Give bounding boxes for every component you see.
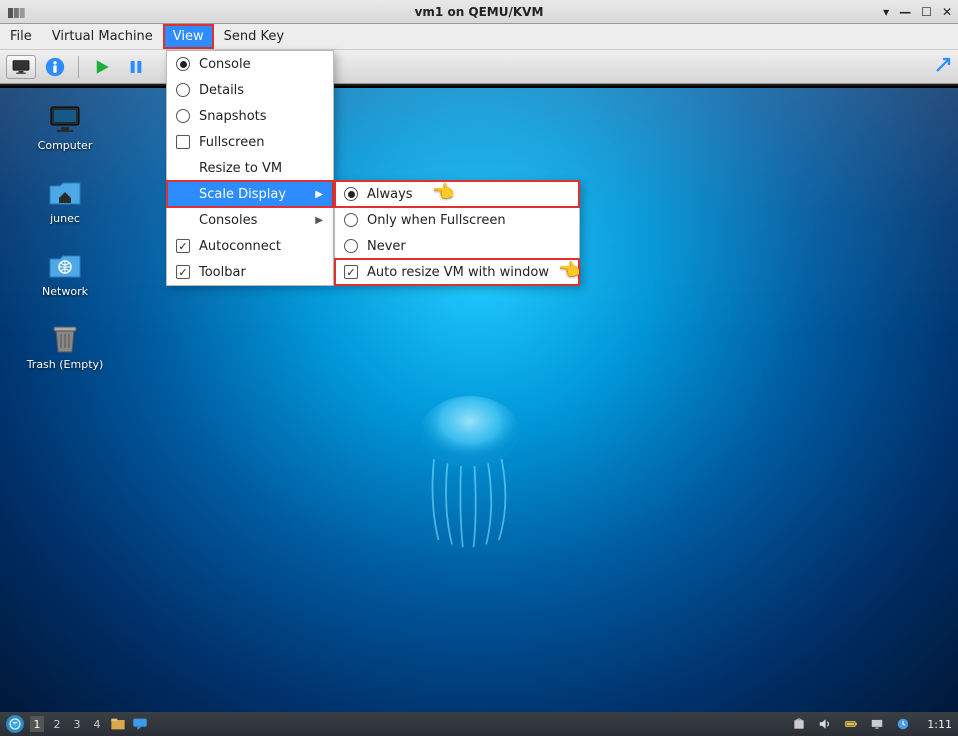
window-titlebar: vm1 on QEMU/KVM ▾ — ☐ ✕ — [0, 0, 958, 24]
folder-network-icon — [47, 249, 83, 281]
radio-icon — [344, 213, 358, 227]
desktop-icon-home[interactable]: junec — [20, 176, 110, 225]
checkbox-icon — [176, 135, 190, 149]
fullscreen-button[interactable] — [934, 56, 952, 78]
wallpaper-jellyfish — [380, 378, 560, 558]
radio-icon — [344, 239, 358, 253]
view-menu-dropdown: Console Details Snapshots Fullscreen Res… — [166, 50, 334, 286]
menu-virtual-machine[interactable]: Virtual Machine — [42, 24, 163, 49]
pause-icon — [128, 59, 144, 75]
view-menu-details[interactable]: Details — [167, 77, 333, 103]
view-menu-autoconnect[interactable]: Autoconnect — [167, 233, 333, 259]
taskbar-app-chat[interactable] — [132, 716, 148, 732]
tray-updates[interactable] — [791, 716, 807, 732]
chevron-right-icon: ▶ — [315, 189, 323, 200]
window-title: vm1 on QEMU/KVM — [415, 5, 544, 19]
checkbox-icon — [176, 265, 190, 279]
workspace-4[interactable]: 4 — [90, 716, 104, 732]
close-button[interactable]: ✕ — [942, 5, 952, 19]
package-icon — [792, 717, 806, 731]
taskbar-app-files[interactable] — [110, 716, 126, 732]
guest-taskbar: 1 2 3 4 1:11 — [0, 712, 958, 736]
scale-display-submenu: Always Only when Fullscreen Never Auto r… — [334, 180, 580, 286]
toolbar-separator — [78, 56, 79, 78]
radio-icon — [344, 187, 358, 201]
info-icon — [45, 57, 65, 77]
run-button[interactable] — [87, 55, 117, 79]
menu-file[interactable]: File — [0, 24, 42, 49]
desktop-icon-computer[interactable]: Computer — [20, 103, 110, 152]
fullscreen-icon — [934, 56, 952, 74]
view-menu-snapshots[interactable]: Snapshots — [167, 103, 333, 129]
tray-clock-icon[interactable] — [895, 716, 911, 732]
pause-button[interactable] — [121, 55, 151, 79]
chevron-right-icon: ▶ — [315, 215, 323, 226]
desktop-icon-label: Network — [42, 285, 88, 298]
view-menu-consoles[interactable]: Consoles ▶ — [167, 207, 333, 233]
files-icon — [110, 717, 126, 731]
menu-dropdown-icon[interactable]: ▾ — [883, 5, 889, 19]
system-tray: 1:11 — [791, 716, 952, 732]
info-button[interactable] — [40, 55, 70, 79]
workspace-1[interactable]: 1 — [30, 716, 44, 732]
chat-icon — [132, 717, 148, 731]
desktop-icon-label: Computer — [38, 139, 93, 152]
checkbox-icon — [176, 239, 190, 253]
toolbar — [0, 50, 958, 84]
desktop-icon-trash[interactable]: Trash (Empty) — [20, 322, 110, 371]
desktop-icon-network[interactable]: Network — [20, 249, 110, 298]
view-menu-resize-to-vm[interactable]: Resize to VM — [167, 155, 333, 181]
menu-send-key[interactable]: Send Key — [214, 24, 294, 49]
taskbar-clock[interactable]: 1:11 — [927, 718, 952, 731]
console-view-button[interactable] — [6, 55, 36, 79]
clock-icon — [896, 717, 910, 731]
display-icon — [870, 717, 884, 731]
view-menu-console[interactable]: Console — [167, 51, 333, 77]
desktop-icon-label: Trash (Empty) — [27, 358, 104, 371]
volume-icon — [818, 717, 832, 731]
menu-view[interactable]: View — [163, 24, 214, 49]
window-app-icon — [8, 5, 28, 19]
workspace-2[interactable]: 2 — [50, 716, 64, 732]
play-icon — [93, 58, 111, 76]
menubar: File Virtual Machine View Send Key — [0, 24, 958, 50]
view-menu-fullscreen[interactable]: Fullscreen — [167, 129, 333, 155]
desktop-icon-label: junec — [50, 212, 80, 225]
scale-menu-never[interactable]: Never — [335, 233, 579, 259]
radio-icon — [176, 109, 190, 123]
monitor-icon — [11, 59, 31, 75]
view-menu-toolbar[interactable]: Toolbar — [167, 259, 333, 285]
start-menu-button[interactable] — [6, 715, 24, 733]
tray-battery[interactable] — [843, 716, 859, 732]
tray-volume[interactable] — [817, 716, 833, 732]
scale-menu-only-fullscreen[interactable]: Only when Fullscreen — [335, 207, 579, 233]
scale-menu-always[interactable]: Always — [335, 181, 579, 207]
window-controls: ▾ — ☐ ✕ — [883, 5, 952, 19]
workspace-3[interactable]: 3 — [70, 716, 84, 732]
view-menu-scale-display[interactable]: Scale Display ▶ — [167, 181, 333, 207]
tray-display[interactable] — [869, 716, 885, 732]
minimize-button[interactable]: — — [899, 5, 911, 19]
start-logo-icon — [9, 718, 21, 730]
radio-icon — [176, 83, 190, 97]
computer-icon — [47, 103, 83, 135]
checkbox-icon — [344, 265, 358, 279]
maximize-button[interactable]: ☐ — [921, 5, 932, 19]
radio-icon — [176, 57, 190, 71]
scale-menu-auto-resize[interactable]: Auto resize VM with window — [335, 259, 579, 285]
trash-icon — [47, 322, 83, 354]
battery-icon — [844, 717, 858, 731]
folder-home-icon — [47, 176, 83, 208]
desktop-icons-area: Computer junec Network Trash (Empty) — [20, 103, 110, 371]
